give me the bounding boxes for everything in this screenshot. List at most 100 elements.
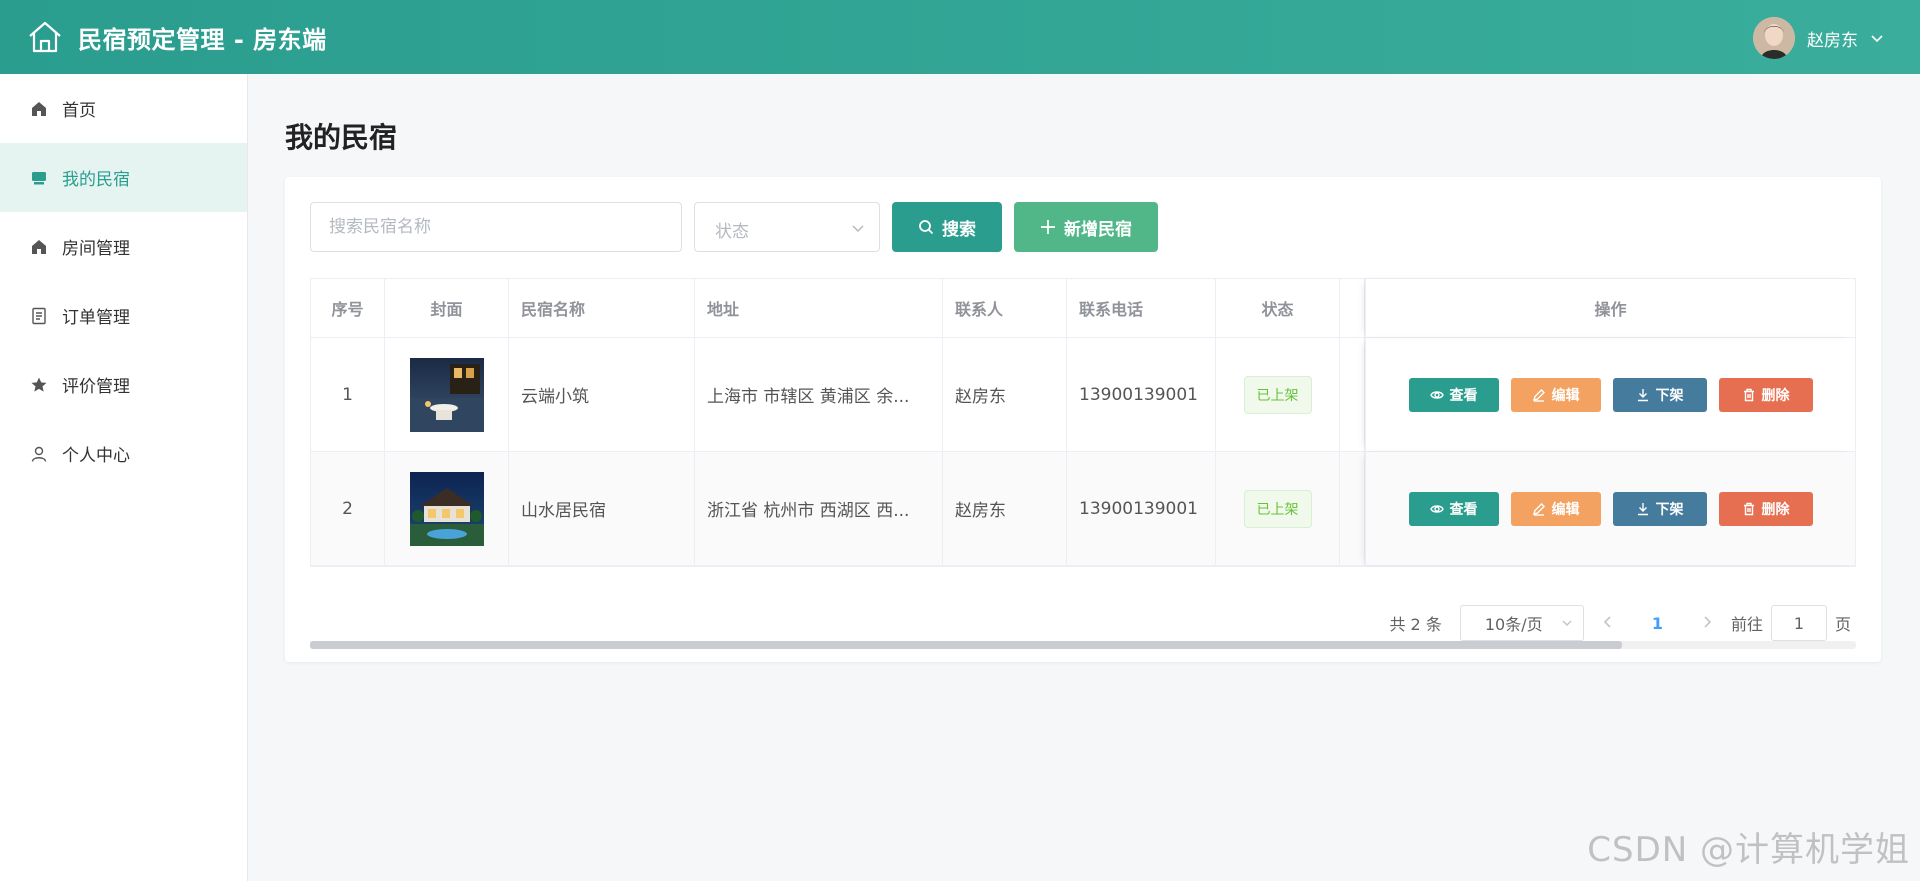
trash-icon: [1743, 502, 1754, 515]
house-card-icon: [32, 171, 46, 184]
edit-button[interactable]: 编辑: [1510, 491, 1601, 526]
sidebar-item-label: 房间管理: [62, 239, 130, 259]
home-logo-icon: [29, 21, 61, 53]
cover-image: [409, 357, 484, 432]
cover-cell: [385, 452, 509, 565]
edit-label: 编辑: [1551, 501, 1580, 518]
plus-icon: [1041, 220, 1055, 234]
column-spacer: [1340, 279, 1365, 337]
next-page-button[interactable]: [1701, 613, 1713, 634]
page-size-value: 10条/页: [1484, 615, 1543, 634]
view-label: 查看: [1449, 501, 1478, 518]
home-icon: [32, 101, 46, 116]
column-header: 民宿名称: [509, 279, 695, 337]
horizontal-scrollbar[interactable]: [310, 641, 1856, 649]
download-icon: [1637, 388, 1648, 401]
page-size-select[interactable]: 10条/页: [1459, 605, 1584, 641]
chevron-down-icon: [1871, 35, 1883, 43]
delete-button[interactable]: 删除: [1718, 377, 1813, 412]
actions-cell: 查看 编辑 下架 删除: [1365, 338, 1855, 451]
address-cell: 浙江省 杭州市 西湖区 西...: [695, 452, 943, 565]
pencil-icon: [1532, 502, 1545, 516]
homestay-card: 状态 搜索 新增民宿 序号 封面 民宿名称 地址 联系人 联系电话 状态: [285, 177, 1881, 662]
sidebar-item-rooms[interactable]: 房间管理: [0, 212, 247, 281]
user-menu[interactable]: 赵房东: [1753, 16, 1884, 60]
download-icon: [1637, 502, 1648, 515]
page-title: 我的民宿: [285, 121, 398, 154]
status-badge: 已上架: [1243, 375, 1312, 414]
sidebar-item-home[interactable]: 首页: [0, 74, 247, 143]
main-content: 我的民宿 状态 搜索 新增民宿 序号 封面 民宿名称 地址 联系人: [248, 74, 1920, 881]
delete-button[interactable]: 删除: [1718, 491, 1813, 526]
scrollbar-thumb[interactable]: [310, 641, 1622, 649]
sidebar: 首页 我的民宿 房间管理 订单管理 评价管理 个人中心: [0, 74, 248, 881]
take-down-label: 下架: [1655, 387, 1684, 404]
add-button-label: 新增民宿: [1064, 219, 1132, 240]
sidebar-item-profile[interactable]: 个人中心: [0, 419, 247, 488]
edit-label: 编辑: [1551, 387, 1580, 404]
status-badge: 已上架: [1243, 489, 1312, 528]
page-unit: 页: [1834, 615, 1851, 634]
avatar: [1753, 17, 1795, 59]
sidebar-item-reviews[interactable]: 评价管理: [0, 350, 247, 419]
chevron-right-icon: [1704, 615, 1712, 628]
contact-phone: 13900139001: [1067, 452, 1216, 565]
contact-name: 赵房东: [943, 452, 1067, 565]
cover-image: [409, 471, 484, 546]
column-header: 地址: [695, 279, 943, 337]
column-header: 序号: [311, 279, 385, 337]
user-name: 赵房东: [1807, 30, 1858, 51]
top-header: 民宿预定管理 - 房东端 赵房东: [0, 0, 1920, 74]
row-index: 2: [311, 452, 385, 565]
page-number-current[interactable]: 1: [1632, 614, 1683, 633]
table-row: 2 山水居民宿 浙江省 杭州市 西湖区 西... 赵房东 13900139001…: [311, 452, 1855, 566]
column-header: 联系电话: [1067, 279, 1216, 337]
row-index: 1: [311, 338, 385, 451]
edit-button[interactable]: 编辑: [1510, 377, 1601, 412]
trash-icon: [1743, 388, 1754, 401]
total-count: 共 2 条: [1389, 615, 1442, 634]
take-down-button[interactable]: 下架: [1612, 377, 1707, 412]
table-header: 序号 封面 民宿名称 地址 联系人 联系电话 状态 操作: [311, 279, 1855, 338]
chevron-down-icon: [852, 225, 864, 233]
status-cell: 已上架: [1216, 338, 1340, 451]
chevron-left-icon: [1603, 615, 1611, 628]
sidebar-item-label: 首页: [62, 101, 96, 121]
app-title: 民宿预定管理 - 房东端: [78, 26, 327, 54]
homestay-table: 序号 封面 民宿名称 地址 联系人 联系电话 状态 操作 1 云端小筑 上海市 …: [310, 278, 1856, 567]
delete-label: 删除: [1761, 501, 1790, 518]
sidebar-item-orders[interactable]: 订单管理: [0, 281, 247, 350]
actions-cell: 查看 编辑 下架 删除: [1365, 452, 1855, 565]
table-row: 1 云端小筑 上海市 市辖区 黄浦区 余... 赵房东 13900139001 …: [311, 338, 1855, 452]
sidebar-item-my-homestays[interactable]: 我的民宿: [0, 143, 247, 212]
contact-phone: 13900139001: [1067, 338, 1216, 451]
filter-toolbar: 状态 搜索 新增民宿: [310, 202, 1158, 252]
document-icon: [32, 307, 46, 324]
take-down-button[interactable]: 下架: [1612, 491, 1707, 526]
cover-cell: [385, 338, 509, 451]
address: 浙江省 杭州市 西湖区 西...: [707, 501, 910, 521]
search-icon: [919, 220, 934, 235]
column-header: 状态: [1216, 279, 1340, 337]
search-input[interactable]: [310, 202, 682, 252]
add-homestay-button[interactable]: 新增民宿: [1014, 202, 1158, 252]
user-icon: [31, 446, 47, 462]
column-header: 封面: [385, 279, 509, 337]
watermark: CSDN @计算机学姐: [1587, 830, 1910, 870]
column-spacer: [1340, 338, 1365, 451]
chevron-down-icon: [1562, 620, 1572, 626]
eye-icon: [1429, 390, 1444, 399]
goto-label: 前往: [1730, 615, 1763, 634]
status-select[interactable]: 状态: [694, 202, 880, 252]
prev-page-button[interactable]: [1602, 613, 1614, 634]
sidebar-item-label: 订单管理: [62, 308, 130, 328]
view-button[interactable]: 查看: [1408, 377, 1499, 412]
search-button[interactable]: 搜索: [892, 202, 1002, 252]
contact-name: 赵房东: [943, 338, 1067, 451]
column-header: 联系人: [943, 279, 1067, 337]
goto-page-input[interactable]: [1770, 605, 1827, 641]
address: 上海市 市辖区 黄浦区 余...: [707, 387, 910, 407]
column-header: 操作: [1365, 279, 1855, 337]
view-button[interactable]: 查看: [1408, 491, 1499, 526]
sidebar-item-label: 我的民宿: [62, 170, 130, 190]
